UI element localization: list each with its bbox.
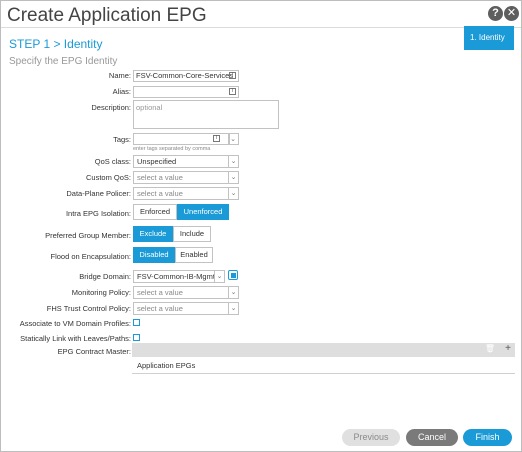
- chevron-down-icon: ⌄: [228, 188, 238, 199]
- associate-vm-domain-label: Associate to VM Domain Profiles:: [19, 319, 131, 328]
- cancel-button[interactable]: Cancel: [406, 429, 458, 446]
- name-value: FSV-Common-Core-Services: [136, 71, 234, 80]
- add-icon[interactable]: +: [505, 343, 511, 354]
- trash-icon[interactable]: 🗑: [485, 344, 495, 353]
- preferred-group-member-label: Preferred Group Member:: [45, 231, 131, 240]
- fhs-trust-control-policy-select[interactable]: select a value ⌄: [133, 302, 239, 315]
- bridge-domain-value: FSV-Common-IB-Mgmt: [137, 272, 215, 281]
- custom-qos-select[interactable]: select a value ⌄: [133, 171, 239, 184]
- flood-disabled-option[interactable]: Disabled: [133, 247, 175, 263]
- associate-vm-domain-checkbox[interactable]: [133, 319, 140, 326]
- qos-class-select[interactable]: Unspecified ⌄: [133, 155, 239, 168]
- custom-qos-value: select a value: [137, 173, 183, 182]
- step-title: STEP 1 > Identity: [9, 37, 103, 51]
- monitoring-policy-value: select a value: [137, 288, 183, 297]
- close-icon[interactable]: ✕: [504, 6, 519, 21]
- preferred-group-include-option[interactable]: Include: [173, 226, 211, 242]
- monitoring-policy-select[interactable]: select a value ⌄: [133, 286, 239, 299]
- data-plane-policer-label: Data-Plane Policer:: [66, 189, 131, 198]
- alias-text-icon: I: [229, 88, 236, 95]
- description-label: Description:: [91, 103, 131, 112]
- preferred-group-exclude-option[interactable]: Exclude: [133, 226, 173, 242]
- qos-class-label: QoS class:: [94, 157, 131, 166]
- application-epgs-column-header[interactable]: Application EPGs: [132, 357, 515, 374]
- flood-enabled-option[interactable]: Enabled: [175, 247, 213, 263]
- open-bridge-domain-icon[interactable]: [228, 270, 238, 280]
- section-title: Specify the EPG Identity: [9, 56, 118, 67]
- open-icon-fill: [231, 273, 236, 278]
- chevron-down-icon: ⌄: [230, 136, 236, 143]
- intra-epg-isolation-label: Intra EPG Isolation:: [65, 209, 131, 218]
- chevron-down-icon: ⌄: [228, 156, 238, 167]
- alias-input[interactable]: [133, 86, 239, 98]
- help-icon[interactable]: ?: [488, 6, 503, 21]
- data-plane-policer-value: select a value: [137, 189, 183, 198]
- chevron-down-icon: ⌄: [228, 287, 238, 298]
- description-placeholder: optional: [136, 103, 163, 112]
- create-application-epg-dialog: Create Application EPG ? ✕ STEP 1 > Iden…: [0, 0, 522, 452]
- epg-contract-master-toolbar: 🗑 +: [132, 343, 515, 357]
- fhs-trust-control-policy-label: FHS Trust Control Policy:: [46, 304, 131, 313]
- header-divider: [1, 27, 521, 28]
- bridge-domain-label: Bridge Domain:: [79, 272, 131, 281]
- statically-link-checkbox[interactable]: [133, 334, 140, 341]
- fhs-trust-control-policy-value: select a value: [137, 304, 183, 313]
- tags-dropdown-button[interactable]: ⌄: [229, 133, 239, 145]
- chevron-down-icon: ⌄: [228, 172, 238, 183]
- name-label: Name:: [108, 71, 131, 80]
- chevron-down-icon: ⌄: [228, 303, 238, 314]
- epg-contract-master-label: EPG Contract Master:: [57, 347, 131, 356]
- previous-button[interactable]: Previous: [342, 429, 400, 446]
- tags-label: Tags:: [113, 135, 131, 144]
- name-text-icon: I: [229, 72, 236, 79]
- dialog-title: Create Application EPG: [7, 5, 207, 26]
- statically-link-label: Statically Link with Leaves/Paths:: [20, 334, 131, 343]
- bridge-domain-select[interactable]: FSV-Common-IB-Mgmt ⌄: [133, 270, 225, 283]
- tags-hint: enter tags separated by comma: [133, 146, 211, 152]
- data-plane-policer-select[interactable]: select a value ⌄: [133, 187, 239, 200]
- monitoring-policy-label: Monitoring Policy:: [71, 288, 131, 297]
- custom-qos-label: Custom QoS:: [85, 173, 131, 182]
- tags-text-icon: I: [213, 135, 220, 142]
- description-textarea[interactable]: optional: [133, 100, 279, 129]
- chevron-down-icon: ⌄: [214, 271, 224, 282]
- isolation-unenforced-option[interactable]: Unenforced: [177, 204, 229, 220]
- qos-class-value: Unspecified: [137, 157, 177, 166]
- finish-button[interactable]: Finish: [463, 429, 512, 446]
- step-sidebar-item-identity[interactable]: 1. Identity: [464, 26, 514, 50]
- alias-label: Alias:: [112, 87, 131, 96]
- name-input[interactable]: FSV-Common-Core-Services: [133, 70, 239, 82]
- isolation-enforced-option[interactable]: Enforced: [133, 204, 177, 220]
- flood-on-encapsulation-label: Flood on Encapsulation:: [50, 252, 131, 261]
